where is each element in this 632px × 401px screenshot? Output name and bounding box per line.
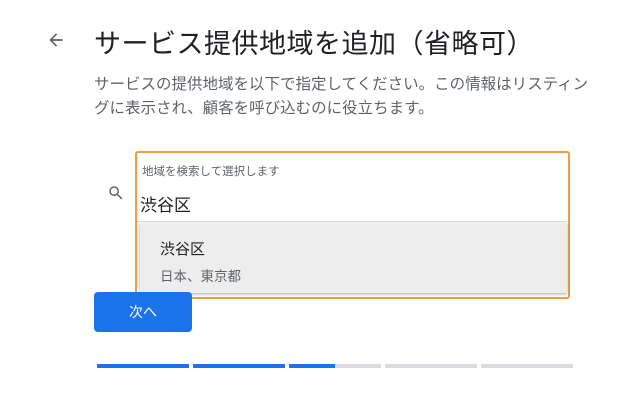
progress-segment-fill xyxy=(97,364,189,368)
progress-segment-fill xyxy=(289,364,335,368)
suggestion-item-shibuya[interactable]: 渋谷区 日本、東京都 xyxy=(140,223,567,293)
progress-bar xyxy=(97,364,575,368)
page-description: サービスの提供地域を以下で指定してください。この情報はリスティングに表示され、顧… xyxy=(94,75,589,117)
search-input-underline xyxy=(137,221,567,222)
page-title: サービス提供地域を追加（省略可） xyxy=(94,29,534,60)
next-button-label: 次へ xyxy=(129,305,157,321)
progress-segment xyxy=(289,364,381,368)
suggestion-detail: 日本、東京都 xyxy=(160,269,241,285)
suggestion-name: 渋谷区 xyxy=(160,240,206,258)
next-button[interactable]: 次へ xyxy=(94,292,192,332)
progress-segment xyxy=(97,364,189,368)
suggestion-dropdown: 渋谷区 日本、東京都 xyxy=(140,223,567,293)
back-arrow-icon[interactable] xyxy=(46,30,66,50)
area-search-input[interactable] xyxy=(140,190,560,216)
progress-segment xyxy=(193,364,285,368)
progress-segment xyxy=(385,364,477,368)
progress-segment-fill xyxy=(193,364,285,368)
progress-segment xyxy=(481,364,573,368)
search-field-label: 地域を検索して選択します xyxy=(142,164,280,178)
search-icon xyxy=(109,186,123,200)
